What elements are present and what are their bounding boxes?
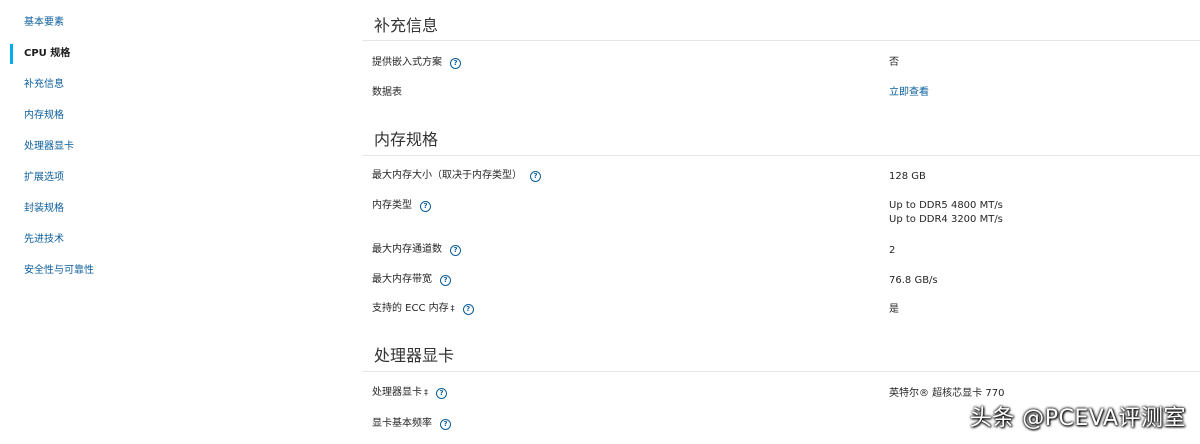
help-icon[interactable]: ? xyxy=(450,57,461,69)
watermark-text: 头条 @PCEVA评测室 xyxy=(969,406,1186,431)
spec-label-text: 显卡基本频率 xyxy=(372,418,432,429)
section-divider xyxy=(362,371,1200,372)
spec-label-text: 内存类型 xyxy=(372,200,412,211)
spec-value-max-memory: 128 GB xyxy=(889,171,926,182)
spec-value-max-bandwidth: 76.8 GB/s xyxy=(889,275,938,286)
spec-label-text: 数据表 xyxy=(372,87,402,98)
spec-value-embedded: 否 xyxy=(889,57,899,68)
help-icon[interactable]: ? xyxy=(436,387,447,399)
view-datasheet-link[interactable]: 立即查看 xyxy=(889,87,929,98)
spec-value-memory-types: Up to DDR5 4800 MT/s Up to DDR4 3200 MT/… xyxy=(889,199,1003,227)
spec-content: 补充信息 提供嵌入式方案 ? 否 数据表 立即查看 内存规格 最大内存大小（取决… xyxy=(362,0,1200,444)
footnote-marker: ‡ xyxy=(424,388,428,397)
sidebar-item-supplemental[interactable]: 补充信息 xyxy=(24,78,64,92)
spec-label-text: 支持的 ECC 内存 xyxy=(372,303,449,314)
spec-label-max-channels: 最大内存通道数 ? xyxy=(372,243,461,257)
help-icon[interactable]: ? xyxy=(440,418,451,430)
spec-value-processor-graphics: 英特尔® 超核芯显卡 770 xyxy=(889,388,1005,399)
memory-type-line: Up to DDR4 3200 MT/s xyxy=(889,214,1003,225)
spec-label-text: 最大内存大小（取决于内存类型） xyxy=(372,170,522,181)
help-icon[interactable]: ? xyxy=(530,170,541,182)
spec-label-processor-graphics: 处理器显卡 ‡ ? xyxy=(372,386,447,400)
spec-label-datasheet: 数据表 xyxy=(372,86,402,100)
footnote-marker: ‡ xyxy=(450,304,455,313)
spec-value-ecc: 是 xyxy=(889,304,899,315)
spec-label-max-bandwidth: 最大内存带宽 ? xyxy=(372,273,451,287)
help-icon[interactable]: ? xyxy=(450,244,461,256)
spec-label-ecc: 支持的 ECC 内存 ‡ ? xyxy=(372,302,474,316)
sidebar-item-memory[interactable]: 内存规格 xyxy=(24,109,64,123)
sidebar-item-advanced-tech[interactable]: 先进技术 xyxy=(24,233,64,247)
sidebar-item-expansion[interactable]: 扩展选项 xyxy=(24,171,64,185)
section-title-graphics: 处理器显卡 xyxy=(374,346,455,365)
datasheet-link-wrap: 立即查看 xyxy=(889,86,929,100)
section-title-memory: 内存规格 xyxy=(374,130,439,149)
help-icon[interactable]: ? xyxy=(440,274,451,286)
help-icon[interactable]: ? xyxy=(462,303,474,315)
active-nav-indicator xyxy=(10,44,13,64)
spec-label-text: 处理器显卡 xyxy=(372,387,422,398)
spec-label-text: 最大内存带宽 xyxy=(372,274,432,285)
sidebar-item-essentials[interactable]: 基本要素 xyxy=(24,16,64,30)
sidebar-item-security[interactable]: 安全性与可靠性 xyxy=(24,264,94,278)
section-divider xyxy=(362,155,1200,156)
memory-type-line: Up to DDR5 4800 MT/s xyxy=(889,200,1003,211)
sidebar-nav: 基本要素 CPU 规格 补充信息 内存规格 处理器显卡 扩展选项 封装规格 先进… xyxy=(0,0,330,444)
sidebar-item-package[interactable]: 封装规格 xyxy=(24,202,64,216)
section-divider xyxy=(362,40,1200,41)
spec-value-max-channels: 2 xyxy=(889,245,896,256)
spec-label-text: 最大内存通道数 xyxy=(372,244,442,255)
spec-label-memory-types: 内存类型 ? xyxy=(372,199,431,213)
sidebar-item-cpu-specs[interactable]: CPU 规格 xyxy=(24,47,70,61)
spec-label-graphics-base-freq: 显卡基本频率 ? xyxy=(372,417,451,431)
help-icon[interactable]: ? xyxy=(420,200,431,212)
spec-label-embedded: 提供嵌入式方案 ? xyxy=(372,56,461,70)
sidebar-item-graphics[interactable]: 处理器显卡 xyxy=(24,140,74,154)
spec-label-max-memory: 最大内存大小（取决于内存类型） ? xyxy=(372,169,541,183)
section-title-supplemental: 补充信息 xyxy=(374,16,439,35)
spec-label-text: 提供嵌入式方案 xyxy=(372,57,442,68)
